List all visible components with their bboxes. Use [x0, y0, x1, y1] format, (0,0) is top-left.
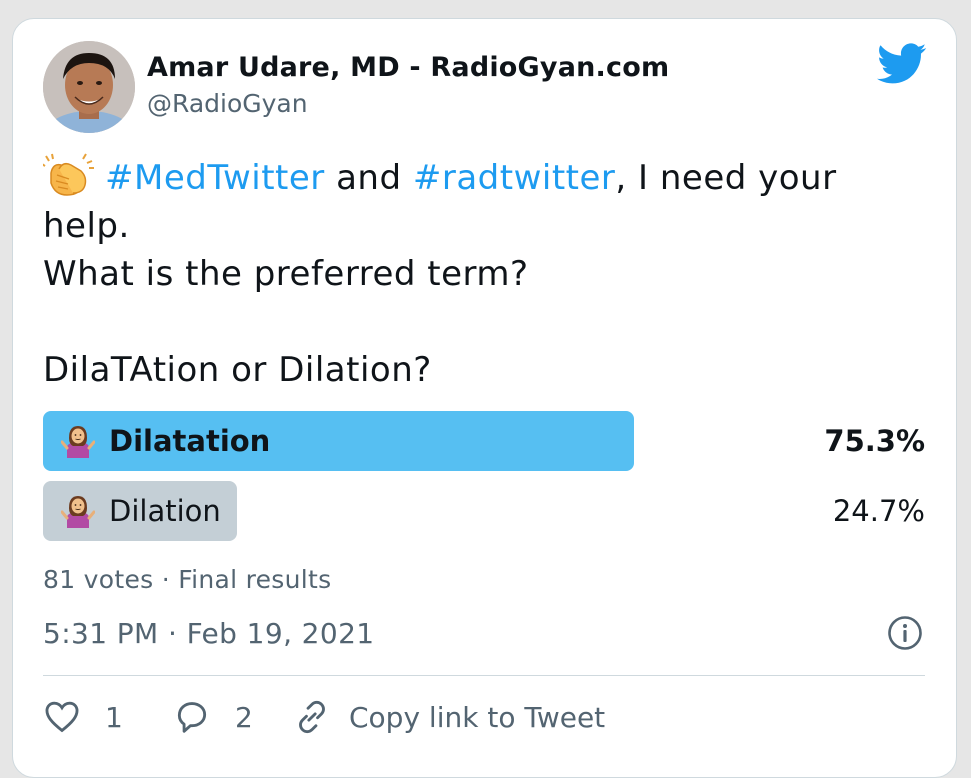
reply-count: 2	[235, 700, 253, 734]
poll-meta: 81 votes · Final results	[43, 565, 331, 594]
twitter-logo-icon[interactable]	[877, 43, 927, 85]
tweet-line-5: DilaTAtion or Dilation?	[43, 350, 432, 390]
author-handle[interactable]: @RadioGyan	[147, 89, 308, 118]
poll-status: Final results	[178, 565, 332, 594]
hashtag-medtwitter[interactable]: #MedTwitter	[105, 158, 325, 198]
copy-link-button[interactable]: Copy link to Tweet	[293, 695, 605, 739]
avatar[interactable]	[43, 41, 135, 133]
poll-meta-separator: ·	[161, 565, 170, 594]
divider	[43, 675, 925, 676]
tweet-text-rest: , I need your	[615, 158, 837, 198]
poll-option-label: Dilatation	[61, 411, 270, 471]
tweet-text: #MedTwitter and #radtwitter, I need your…	[43, 153, 933, 394]
copy-link-label: Copy link to Tweet	[349, 700, 606, 734]
person-shrugging-icon	[61, 496, 95, 528]
hashtag-radtwitter[interactable]: #radtwitter	[413, 158, 616, 198]
tweet-line-1: #MedTwitter and #radtwitter, I need your	[43, 153, 933, 202]
tweet-text-and: and	[336, 158, 402, 198]
poll-option-label: Dilation	[61, 481, 221, 541]
poll-option-dilation: Dilation 24.7%	[43, 481, 925, 541]
timestamp-separator: ·	[167, 617, 178, 650]
like-button[interactable]: 1	[43, 695, 123, 739]
poll-option-percent: 24.7%	[832, 494, 925, 528]
info-icon[interactable]	[887, 615, 923, 651]
avatar-image	[43, 41, 135, 133]
like-count: 1	[105, 700, 123, 734]
link-icon	[299, 700, 325, 734]
poll-option-text: Dilatation	[109, 424, 271, 458]
poll-votes: 81 votes	[43, 565, 154, 594]
timestamp-time: 5:31 PM	[43, 617, 159, 650]
tweet-line-2: help.	[43, 206, 130, 246]
author-name[interactable]: Amar Udare, MD - RadioGyan.com	[147, 52, 669, 83]
clapping-hands-icon	[43, 153, 94, 196]
tweet-card: Amar Udare, MD - RadioGyan.com @RadioGya…	[12, 18, 957, 778]
poll-option-dilatation: Dilatation 75.3%	[43, 411, 925, 471]
timestamp-date: Feb 19, 2021	[186, 617, 375, 650]
heart-icon	[45, 701, 79, 733]
reply-button[interactable]: 2	[173, 695, 253, 739]
poll-option-text: Dilation	[109, 494, 221, 528]
person-shrugging-icon	[61, 426, 95, 458]
tweet-timestamp[interactable]: 5:31 PM · Feb 19, 2021	[43, 617, 375, 650]
poll-option-percent: 75.3%	[824, 424, 925, 458]
reply-bubble-icon	[177, 702, 207, 733]
tweet-line-3: What is the preferred term?	[43, 254, 529, 294]
